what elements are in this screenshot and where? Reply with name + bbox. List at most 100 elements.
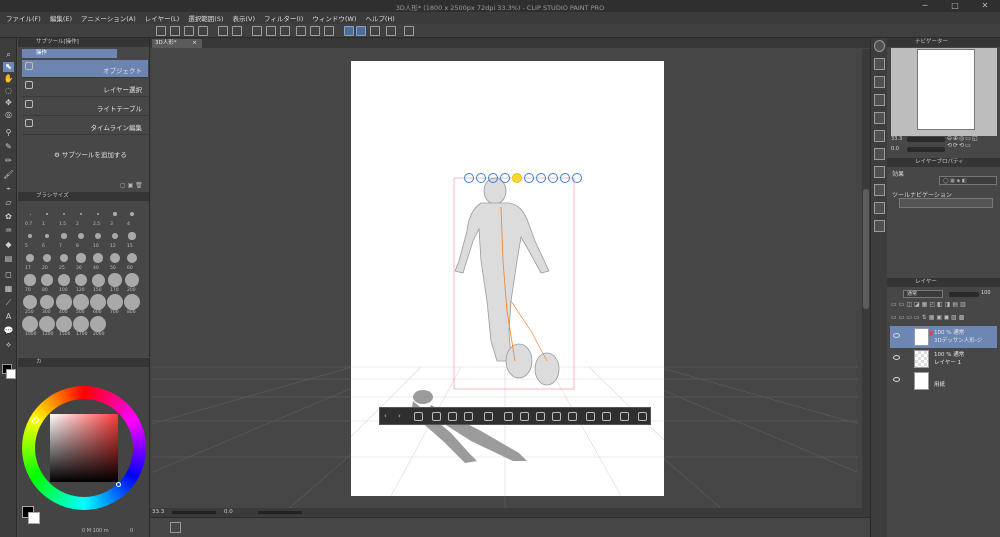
effect-buttons[interactable]: ◯ ▦ ◈ ◧: [939, 176, 997, 185]
brush-size-dot[interactable]: [73, 294, 89, 310]
figure-icon[interactable]: ◻: [3, 270, 14, 280]
brush-size-dot[interactable]: [24, 274, 36, 286]
sub-view-tab-icon[interactable]: [874, 58, 885, 70]
brush-size-dot[interactable]: [113, 212, 117, 216]
next-arrow-icon[interactable]: ›: [398, 412, 407, 421]
deselect-icon[interactable]: [296, 26, 306, 36]
brush-size-dot[interactable]: [41, 274, 53, 286]
brush-size-dot[interactable]: [42, 253, 52, 263]
brush-size-dot[interactable]: [63, 213, 65, 215]
close-button[interactable]: ✕: [970, 0, 1000, 12]
vertical-scroll-thumb[interactable]: [863, 189, 869, 309]
snap-grid-icon[interactable]: [370, 26, 380, 36]
brush-size-dot[interactable]: [74, 273, 88, 287]
brush-size-dot[interactable]: [125, 273, 139, 287]
brush-icon[interactable]: 🖌: [3, 170, 14, 180]
brush-size-dot[interactable]: [126, 252, 138, 264]
flip-icon[interactable]: [504, 412, 513, 421]
layer-tool-buttons[interactable]: ▭▭▭▭⇅▦▣◼▨▩: [891, 314, 999, 323]
menu-edit[interactable]: 編集(E): [50, 13, 72, 23]
figure-pose-icon[interactable]: [484, 412, 493, 421]
brush-size-dot[interactable]: [111, 232, 119, 240]
brush-size-dot[interactable]: [108, 273, 122, 287]
rotate-object-icon[interactable]: [524, 173, 534, 183]
material-4-tab-icon[interactable]: [874, 202, 885, 214]
item-bank-tab-icon[interactable]: [874, 94, 885, 106]
color-tab-1[interactable]: カ: [36, 359, 42, 365]
brush-size-dot[interactable]: [124, 294, 140, 310]
invert-selection-icon[interactable]: [310, 26, 320, 36]
brush-size-dot[interactable]: [39, 316, 55, 332]
subtool-footer-icons[interactable]: ▢ ▣ 🗑: [120, 182, 148, 190]
menu-animation[interactable]: アニメーション(A): [81, 13, 136, 23]
lock-joint-icon[interactable]: [586, 412, 595, 421]
brush-size-dot[interactable]: [78, 233, 84, 239]
frame-border-icon[interactable]: ▦: [3, 284, 14, 294]
subtool-timeline-edit[interactable]: タイムライン編集: [22, 117, 148, 135]
stabilization-icon[interactable]: [386, 26, 396, 36]
move-layer-icon[interactable]: ✥: [3, 98, 14, 108]
pan-camera-icon[interactable]: [476, 173, 486, 183]
operation-tool-icon[interactable]: ⬉: [3, 62, 14, 72]
eye-icon[interactable]: [893, 377, 900, 382]
brush-size-dot[interactable]: [56, 316, 72, 332]
angle-slider[interactable]: [258, 511, 302, 514]
align-floor-icon[interactable]: [552, 412, 561, 421]
correct-line-icon[interactable]: ⟡: [3, 340, 14, 350]
snap-ruler-icon[interactable]: [344, 26, 354, 36]
hand-pose-icon[interactable]: [536, 412, 545, 421]
pen-icon[interactable]: ✎: [3, 142, 14, 152]
gear-icon[interactable]: [560, 173, 570, 183]
vertical-scrollbar[interactable]: [862, 49, 870, 523]
fit-icon[interactable]: [448, 412, 457, 421]
subtool-layer-select[interactable]: レイヤー選択: [22, 79, 148, 97]
blend-mode-select[interactable]: 通常: [903, 290, 943, 298]
material-5-tab-icon[interactable]: [874, 220, 885, 232]
brush-size-dot[interactable]: [59, 253, 69, 263]
lasso-icon[interactable]: ◌: [3, 86, 14, 96]
lasso-select-icon[interactable]: ◎: [3, 110, 14, 120]
light-icon[interactable]: [512, 173, 522, 183]
brush-size-dot[interactable]: [61, 233, 67, 239]
new-file-icon[interactable]: [156, 26, 166, 36]
crop-icon[interactable]: [324, 26, 334, 36]
add-subtool-button[interactable]: ⚙ サブツールを追加する: [54, 149, 127, 159]
brush-size-dot[interactable]: [73, 316, 89, 332]
brush-size-dot[interactable]: [29, 213, 31, 215]
hand-icon[interactable]: ✋: [3, 74, 14, 84]
brush-size-dot[interactable]: [27, 233, 33, 239]
menu-layer[interactable]: レイヤー(L): [145, 13, 180, 23]
nav-zoom-readout[interactable]: 33.3: [891, 136, 902, 142]
move-object-icon[interactable]: [500, 173, 510, 183]
brush-size-dot[interactable]: [57, 273, 70, 286]
airbrush-icon[interactable]: ⌁: [3, 184, 14, 194]
menu-file[interactable]: ファイル(F): [6, 13, 41, 23]
gradient-icon[interactable]: ▤: [3, 254, 14, 264]
companion-icon[interactable]: [404, 26, 414, 36]
open-file-icon[interactable]: [170, 26, 180, 36]
sv-marker[interactable]: [116, 482, 121, 487]
pencil-icon[interactable]: ✏: [3, 156, 14, 166]
floor-icon[interactable]: [536, 173, 546, 183]
redo-icon[interactable]: [232, 26, 242, 36]
preset-icon[interactable]: [602, 412, 611, 421]
eyedropper-icon[interactable]: ⚲: [3, 128, 14, 138]
brush-size-dot[interactable]: [91, 273, 105, 287]
text-icon[interactable]: A: [3, 312, 14, 322]
layer-option-buttons[interactable]: ▭▭◫◪▦◰◧◨▤▥: [891, 301, 999, 310]
menu-selection[interactable]: 選択範囲(S): [188, 13, 223, 23]
brush-size-dot[interactable]: [90, 294, 106, 310]
body-shape-icon[interactable]: [464, 412, 473, 421]
eye-icon[interactable]: [893, 355, 900, 360]
brush-size-dot[interactable]: [26, 254, 34, 262]
menu-help[interactable]: ヘルプ(H): [365, 13, 394, 23]
eraser-icon[interactable]: ▱: [3, 198, 14, 208]
menu-view[interactable]: 表示(V): [232, 13, 255, 23]
zoom-slider[interactable]: [172, 511, 216, 514]
blend-icon[interactable]: ♒: [3, 226, 14, 236]
sub-color-chip[interactable]: [28, 512, 40, 524]
brush-size-dot[interactable]: [109, 252, 121, 264]
navigator-tab-icon[interactable]: [874, 40, 885, 52]
upright-icon[interactable]: [568, 412, 577, 421]
nav-buttons[interactable]: ⊖⊕◎▭◱ ⟲⟳⟲▭: [947, 135, 999, 155]
